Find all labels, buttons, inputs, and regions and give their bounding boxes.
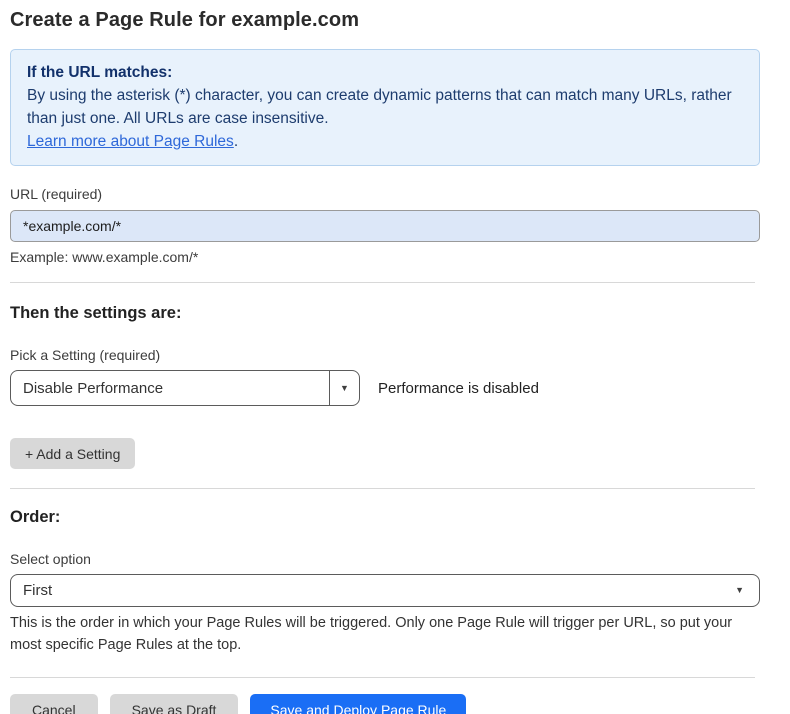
divider [10, 488, 755, 489]
order-label: Select option [10, 551, 760, 567]
settings-section-heading: Then the settings are: [10, 304, 760, 323]
order-select[interactable]: First ▼ [10, 574, 760, 607]
url-matches-info-box: If the URL matches: By using the asteris… [10, 49, 760, 166]
learn-more-link[interactable]: Learn more about Page Rules [27, 133, 234, 150]
url-label: URL (required) [10, 186, 760, 202]
action-button-row: Cancel Save as Draft Save and Deploy Pag… [10, 694, 760, 714]
save-and-deploy-button[interactable]: Save and Deploy Page Rule [250, 694, 466, 714]
pick-setting-label: Pick a Setting (required) [10, 347, 760, 363]
divider [10, 677, 755, 678]
setting-select-arrow-button[interactable]: ▼ [329, 371, 359, 405]
order-help-text: This is the order in which your Page Rul… [10, 612, 755, 656]
info-box-body: By using the asterisk (*) character, you… [27, 84, 743, 130]
setting-status-text: Performance is disabled [378, 380, 539, 397]
setting-select[interactable]: Disable Performance ▼ [10, 370, 360, 406]
order-section-heading: Order: [10, 508, 760, 527]
order-select-caret-wrap: ▼ [735, 575, 759, 606]
setting-row: Disable Performance ▼ Performance is dis… [10, 370, 760, 406]
cancel-button[interactable]: Cancel [10, 694, 98, 714]
page-rule-form: Create a Page Rule for example.com If th… [10, 9, 760, 714]
chevron-down-icon: ▼ [340, 384, 349, 393]
save-as-draft-button[interactable]: Save as Draft [110, 694, 239, 714]
order-select-value: First [11, 575, 735, 606]
info-box-heading: If the URL matches: [27, 61, 743, 84]
divider [10, 282, 755, 283]
setting-select-value: Disable Performance [11, 371, 329, 405]
link-suffix: . [234, 133, 238, 150]
url-example-hint: Example: www.example.com/* [10, 249, 760, 265]
page-title: Create a Page Rule for example.com [10, 9, 760, 32]
info-box-link-line: Learn more about Page Rules. [27, 130, 743, 153]
chevron-down-icon: ▼ [735, 586, 744, 595]
add-setting-button[interactable]: + Add a Setting [10, 438, 135, 469]
url-input[interactable] [10, 210, 760, 242]
